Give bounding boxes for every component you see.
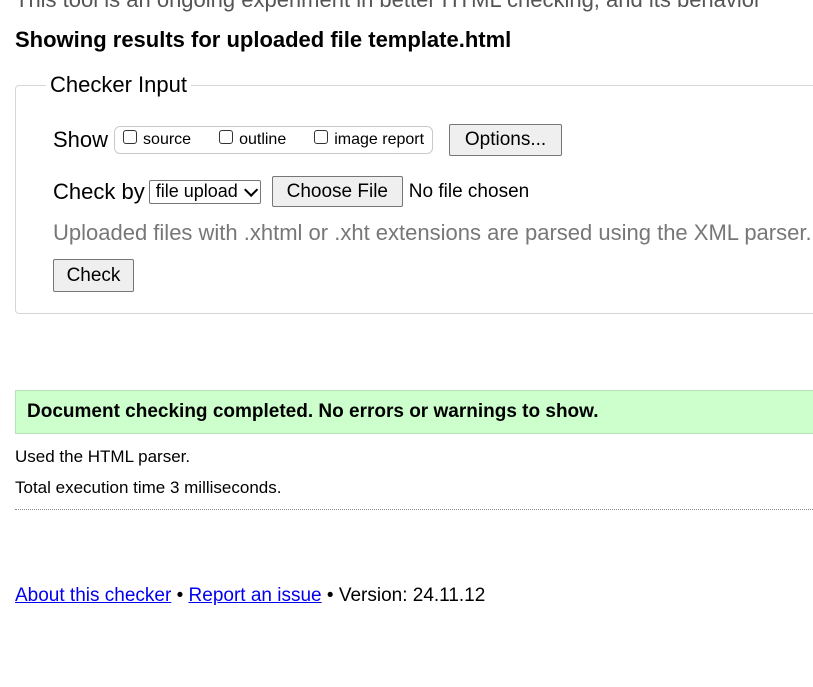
options-button[interactable]: Options... — [449, 124, 563, 156]
about-checker-link[interactable]: About this checker — [15, 585, 171, 606]
choose-file-button[interactable]: Choose File — [271, 176, 403, 207]
intro-text: This tool is an ongoing experiment in be… — [15, 0, 761, 13]
results-heading: Showing results for uploaded file templa… — [15, 27, 512, 52]
validator-page: This tool is an ongoing experiment in be… — [0, 0, 813, 687]
chevron-down-icon — [243, 182, 258, 197]
show-options-group: source outline image report — [114, 126, 434, 154]
success-message: Document checking completed. No errors o… — [15, 390, 813, 434]
show-source-option[interactable]: source — [123, 130, 192, 149]
execution-time: Total execution time 3 milliseconds. — [15, 478, 282, 497]
show-image-report-option[interactable]: image report — [314, 130, 425, 149]
check-by-label: Check by — [53, 178, 145, 204]
check-by-selected-value: file upload — [155, 181, 238, 201]
parser-info: Used the HTML parser. — [15, 447, 191, 466]
footer-separator-1: • — [176, 585, 184, 606]
footer: About this checker • Report an issue • V… — [15, 585, 485, 607]
check-by-select[interactable]: file upload — [148, 179, 261, 204]
image-report-checkbox[interactable] — [314, 130, 329, 144]
show-label: Show — [53, 127, 109, 152]
check-button[interactable]: Check — [53, 259, 134, 292]
xhtml-note: Uploaded files with .xhtml or .xht exten… — [53, 220, 812, 245]
file-status-text: No file chosen — [408, 180, 530, 202]
show-outline-option[interactable]: outline — [219, 130, 287, 149]
image-report-checkbox-label: image report — [334, 131, 425, 148]
check-by-row: Check by file upload Choose File No file… — [53, 176, 529, 207]
outline-checkbox-label: outline — [239, 131, 287, 148]
version-text: Version: 24.11.12 — [338, 585, 486, 606]
source-checkbox-label: source — [143, 131, 192, 148]
dotted-divider — [15, 509, 813, 510]
outline-checkbox[interactable] — [219, 130, 234, 144]
show-row: Show source outline image report Options… — [53, 124, 563, 156]
report-issue-link[interactable]: Report an issue — [189, 585, 322, 606]
checker-input-legend: Checker Input — [46, 72, 191, 98]
source-checkbox[interactable] — [123, 130, 138, 144]
footer-separator-2: • — [326, 585, 334, 606]
